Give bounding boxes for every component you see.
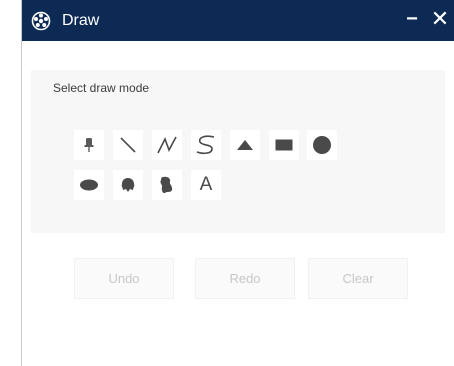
draw-mode-label: Select draw mode — [53, 81, 150, 95]
draw-window: Draw − ✕ Select draw mode A Undo Redo Cl… — [21, 0, 454, 366]
minimize-button[interactable]: − — [401, 7, 423, 31]
tool-freehand-polyline[interactable] — [191, 130, 221, 160]
polyline-icon — [156, 135, 178, 155]
close-button[interactable]: ✕ — [429, 7, 451, 31]
tool-ellipse[interactable] — [74, 170, 104, 200]
line-icon — [118, 135, 138, 155]
tool-text[interactable]: A — [191, 170, 221, 200]
text-icon: A — [199, 174, 213, 195]
tool-point[interactable] — [74, 130, 104, 160]
clear-button[interactable]: Clear — [308, 258, 408, 299]
tool-line[interactable] — [113, 130, 143, 160]
polygon-icon — [119, 176, 137, 194]
sketch-widget-icon — [31, 11, 51, 31]
freehand-line-icon — [194, 134, 218, 156]
tool-polyline[interactable] — [152, 130, 182, 160]
window-title: Draw — [62, 12, 100, 29]
draw-mode-panel: Select draw mode A — [31, 70, 445, 233]
tool-triangle[interactable] — [230, 130, 260, 160]
pushpin-icon — [82, 137, 96, 153]
tool-polygon[interactable] — [113, 170, 143, 200]
triangle-icon — [236, 138, 254, 152]
title-bar: Draw − ✕ — [22, 0, 454, 41]
ellipse-icon — [79, 178, 99, 192]
freehand-polygon-icon — [157, 175, 177, 195]
circle-icon — [312, 135, 332, 155]
undo-button[interactable]: Undo — [74, 258, 174, 299]
rectangle-icon — [275, 138, 293, 152]
tool-rectangle[interactable] — [269, 130, 299, 160]
tool-circle[interactable] — [307, 130, 337, 160]
redo-button[interactable]: Redo — [195, 258, 295, 299]
tool-freehand-polygon[interactable] — [152, 170, 182, 200]
